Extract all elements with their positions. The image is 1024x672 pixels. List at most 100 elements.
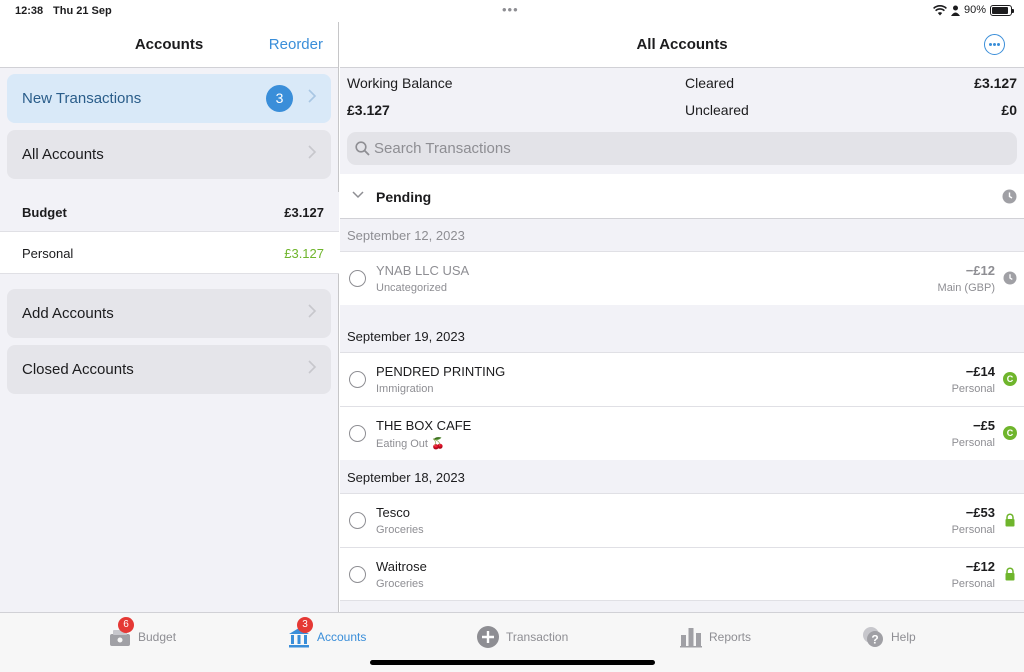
- select-radio[interactable]: [349, 512, 366, 529]
- svg-text:?: ?: [871, 633, 878, 647]
- status-indicators: 90%: [933, 4, 1014, 16]
- search-input[interactable]: Search Transactions: [347, 132, 1017, 165]
- account-row-personal[interactable]: Personal £3.127: [0, 232, 339, 274]
- bank-icon: 3: [287, 617, 313, 649]
- cleared-icon[interactable]: C: [1003, 426, 1017, 440]
- battery-percent: 90%: [963, 4, 986, 16]
- transaction-payee: Waitrose: [376, 559, 427, 574]
- transaction-row[interactable]: YNAB LLC USA Uncategorized −£12 Main (GB…: [340, 251, 1024, 305]
- add-accounts-label: Add Accounts: [22, 305, 114, 322]
- cleared-label: Cleared: [685, 75, 735, 91]
- new-transactions-count: 3: [266, 85, 293, 112]
- status-bar: 12:38 Thu 21 Sep ••• 90%: [0, 0, 1024, 22]
- tab-transaction[interactable]: Transaction: [476, 625, 568, 649]
- tab-budget[interactable]: 6 Budget: [108, 617, 177, 649]
- transaction-payee: Tesco: [376, 505, 410, 520]
- home-indicator[interactable]: [370, 660, 655, 665]
- bar-chart-icon: [679, 625, 703, 649]
- transaction-amount: −£53: [965, 505, 995, 520]
- transaction-account: Personal: [951, 437, 995, 449]
- battery-icon: [990, 4, 1014, 16]
- add-accounts-button[interactable]: Add Accounts: [7, 289, 331, 338]
- transaction-row[interactable]: PENDRED PRINTING Immigration −£14 Person…: [340, 352, 1024, 406]
- select-radio[interactable]: [349, 270, 366, 287]
- wifi-icon: [933, 4, 947, 15]
- lock-icon[interactable]: [1003, 567, 1017, 581]
- transaction-account: Personal: [951, 578, 995, 590]
- date-header-text: September 19, 2023: [347, 329, 465, 344]
- transaction-account: Personal: [951, 524, 995, 536]
- tab-reports[interactable]: Reports: [679, 625, 751, 649]
- pending-label: Pending: [376, 189, 432, 205]
- transaction-category: Uncategorized: [376, 282, 447, 294]
- transactions-nav-bar: All Accounts: [340, 22, 1024, 68]
- transaction-payee: THE BOX CAFE: [376, 418, 472, 433]
- clock-icon: [1002, 189, 1017, 204]
- tab-label: Budget: [138, 630, 177, 644]
- budget-group-header[interactable]: Budget £3.127: [0, 192, 339, 232]
- multitasking-dots-icon[interactable]: •••: [502, 2, 519, 17]
- transactions-panel: All Accounts Working Balance £3.127 Clea…: [340, 22, 1024, 612]
- transaction-payee: PENDRED PRINTING: [376, 364, 506, 379]
- transaction-payee: YNAB LLC USA: [376, 263, 470, 278]
- transaction-amount: −£12: [965, 559, 995, 574]
- accounts-badge: 3: [297, 617, 313, 633]
- account-name: Personal: [22, 246, 74, 261]
- person-icon: [950, 5, 960, 16]
- transaction-category: Immigration: [376, 383, 434, 395]
- date-header: September 19, 2023: [340, 320, 1024, 352]
- chevron-right-icon: [308, 145, 317, 159]
- chevron-right-icon: [308, 360, 317, 374]
- transaction-amount: −£5: [972, 418, 995, 433]
- tab-label: Help: [891, 630, 916, 644]
- accounts-sidebar: Accounts Reorder New Transactions 3 All …: [0, 22, 339, 612]
- tab-label: Accounts: [317, 630, 367, 644]
- new-transactions-button[interactable]: New Transactions 3: [7, 74, 331, 123]
- page-title: All Accounts: [636, 36, 728, 53]
- status-time: 12:38: [15, 5, 44, 17]
- tab-label: Transaction: [506, 630, 569, 644]
- budget-icon: 6: [108, 617, 134, 649]
- transaction-row[interactable]: Waitrose Groceries −£12 Personal: [340, 547, 1024, 601]
- date-header-text: September 18, 2023: [347, 470, 465, 485]
- select-radio[interactable]: [349, 566, 366, 583]
- cleared-value: £3.127: [974, 75, 1017, 91]
- plus-circle-icon: [476, 625, 500, 649]
- working-balance-value: £3.127: [347, 102, 390, 118]
- search-icon: [355, 141, 370, 156]
- closed-accounts-label: Closed Accounts: [22, 361, 134, 378]
- help-icon: ?: [861, 625, 885, 649]
- pending-clock-icon[interactable]: [1003, 271, 1017, 285]
- closed-accounts-button[interactable]: Closed Accounts: [7, 345, 331, 394]
- date-header-text: September 12, 2023: [347, 228, 465, 243]
- all-accounts-button[interactable]: All Accounts: [7, 130, 331, 179]
- budget-label: Budget: [22, 205, 67, 220]
- all-accounts-label: All Accounts: [22, 146, 104, 163]
- date-header: September 18, 2023: [340, 461, 1024, 493]
- budget-badge: 6: [118, 617, 134, 633]
- transaction-category: Groceries: [376, 524, 424, 536]
- transaction-row[interactable]: Tesco Groceries −£53 Personal: [340, 493, 1024, 547]
- transaction-category: Eating Out 🍒: [376, 438, 445, 450]
- new-transactions-label: New Transactions: [22, 90, 142, 107]
- tab-accounts[interactable]: 3 Accounts: [287, 617, 367, 649]
- transaction-row[interactable]: THE BOX CAFE Eating Out 🍒 −£5 Personal C: [340, 406, 1024, 460]
- select-radio[interactable]: [349, 425, 366, 442]
- lock-icon[interactable]: [1003, 513, 1017, 527]
- select-radio[interactable]: [349, 371, 366, 388]
- status-date: Thu 21 Sep: [53, 5, 112, 17]
- uncleared-value: £0: [1001, 102, 1017, 118]
- budget-total: £3.127: [284, 205, 324, 220]
- cleared-icon[interactable]: C: [1003, 372, 1017, 386]
- working-balance-label: Working Balance: [347, 75, 453, 91]
- pending-section-header[interactable]: Pending: [340, 174, 1024, 219]
- transaction-account: Main (GBP): [937, 282, 995, 294]
- search-placeholder: Search Transactions: [374, 140, 511, 157]
- tab-help[interactable]: ? Help: [861, 625, 916, 649]
- more-options-icon[interactable]: [984, 34, 1005, 55]
- transaction-amount: −£14: [965, 364, 995, 379]
- transaction-category: Groceries: [376, 578, 424, 590]
- reorder-button[interactable]: Reorder: [269, 36, 323, 53]
- transaction-amount: −£12: [965, 263, 995, 278]
- chevron-right-icon: [308, 89, 317, 103]
